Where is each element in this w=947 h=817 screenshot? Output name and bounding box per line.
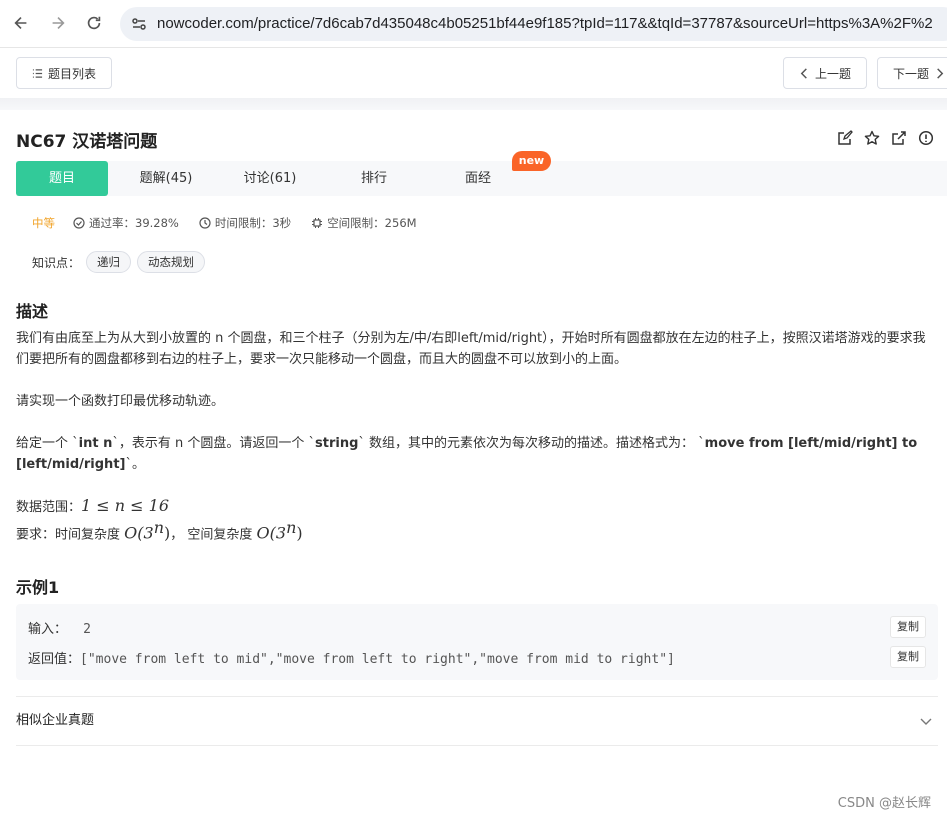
req-label: 要求：时间复杂度 [16, 527, 125, 543]
url-text[interactable]: nowcoder.com/practice/7d6cab7d435048c4b0… [157, 7, 933, 41]
time-exponent: n [153, 518, 164, 537]
space-close: ) [296, 523, 303, 543]
tag-recursion[interactable]: 递归 [86, 251, 132, 273]
tag-dynamic-programming[interactable]: 动态规划 [137, 251, 206, 273]
text-segment: 给定一个 ` [16, 436, 79, 451]
complexity-requirement: 要求：时间复杂度 O(3n)， 空间复杂度 O(3n) [16, 517, 931, 545]
share-icon[interactable] [891, 130, 908, 147]
next-problem-label: 下一题 [893, 66, 930, 81]
site-settings-icon[interactable] [130, 15, 148, 33]
input-label: 输入： [28, 622, 68, 637]
req-separator: ， 空间复杂度 [170, 527, 257, 543]
back-arrow-icon[interactable] [10, 12, 32, 34]
pass-rate: 通过率：39.28% [73, 215, 179, 231]
input-value: 2 [83, 622, 91, 637]
similar-label: 相似企业真题 [16, 713, 95, 728]
forward-arrow-icon[interactable] [47, 12, 69, 34]
prev-problem-button[interactable]: 上一题 [783, 57, 867, 89]
tab-ranking[interactable]: 排行 [328, 161, 420, 196]
range-expression: 1 ≤ n ≤ 16 [81, 496, 170, 515]
chevron-right-icon [937, 67, 944, 79]
example-heading: 示例1 [16, 578, 60, 597]
time-complexity: O(3 [124, 523, 154, 543]
output-label: 返回值： [28, 652, 81, 667]
copy-input-button[interactable]: 复制 [890, 616, 926, 638]
space-limit-text: 空间限制：256M [327, 216, 417, 230]
description-paragraph-1: 我们有由底至上为从大到小放置的 n 个圆盘，和三个柱子（分别为左/中/右即lef… [16, 331, 926, 367]
problem-list-button[interactable]: 题目列表 [16, 57, 112, 89]
address-bar[interactable]: nowcoder.com/practice/7d6cab7d435048c4b0… [120, 7, 947, 41]
next-problem-button[interactable]: 下一题 [877, 57, 947, 89]
chevron-left-icon [800, 67, 807, 79]
space-limit: 空间限制：256M [311, 215, 417, 231]
report-icon[interactable] [918, 130, 935, 147]
description-heading: 描述 [16, 302, 49, 321]
data-range: 数据范围：1 ≤ n ≤ 16 [16, 495, 931, 518]
edit-icon[interactable] [837, 130, 854, 147]
tab-discussion[interactable]: 讨论(61) [224, 161, 316, 196]
reload-icon[interactable] [83, 12, 105, 34]
knowledge-points: 知识点： 递归 动态规划 [32, 251, 206, 273]
space-complexity: O(3 [256, 523, 287, 543]
time-limit: 时间限制：3秒 [199, 215, 291, 231]
example-box: 输入： 2 复制 返回值：["move from left to mid","m… [16, 604, 938, 680]
problem-title: NC67 汉诺塔问题 [16, 132, 158, 152]
tab-problem[interactable]: 题目 [16, 161, 108, 196]
code-string: string [315, 436, 359, 451]
star-icon[interactable] [864, 130, 881, 147]
space-exponent: n [286, 518, 297, 537]
new-badge: new [512, 151, 551, 171]
problem-toolbar: 题目列表 上一题 下一题 [0, 48, 947, 98]
check-circle-icon [73, 217, 85, 229]
problem-list-label: 题目列表 [47, 66, 96, 81]
knowledge-label: 知识点： [32, 255, 81, 270]
similar-company-questions[interactable]: 相似企业真题 [16, 696, 938, 746]
tab-solutions[interactable]: 题解(45) [120, 161, 212, 196]
example-output: 返回值：["move from left to mid","move from … [28, 648, 675, 667]
tab-interview[interactable]: 面经 [432, 161, 524, 196]
watermark: CSDN @赵长辉 [837, 796, 931, 811]
title-actions [837, 130, 935, 147]
text-segment: ` 数组，其中的元素依次为每次移动的描述。描述格式为： ` [358, 436, 705, 451]
prev-problem-label: 上一题 [814, 66, 851, 81]
time-limit-text: 时间限制：3秒 [214, 216, 292, 230]
problem-meta: 中等 通过率：39.28% 时间限制：3秒 空间限制：256M [32, 215, 437, 231]
chip-icon [312, 218, 323, 228]
list-icon [32, 68, 43, 78]
chevron-down-icon[interactable] [920, 715, 932, 727]
text-segment: `，表示有 n 个圆盘。请返回一个 ` [112, 436, 315, 451]
text-segment: `。 [125, 457, 145, 472]
toolbar-divider [0, 98, 947, 110]
browser-bar: nowcoder.com/practice/7d6cab7d435048c4b0… [0, 0, 947, 48]
problem-tabs: 题目 题解(45) 讨论(61) 排行 面经 [16, 161, 947, 196]
range-label: 数据范围： [16, 500, 82, 515]
pass-rate-text: 通过率：39.28% [89, 216, 179, 230]
description-paragraph-2: 请实现一个函数打印最优移动轨迹。 [16, 394, 225, 409]
clock-icon [199, 217, 211, 229]
output-value: ["move from left to mid","move from left… [80, 652, 675, 667]
code-int-n: int n [78, 436, 113, 451]
example-input: 输入： 2 [28, 618, 91, 637]
difficulty-label: 中等 [32, 216, 55, 230]
copy-output-button[interactable]: 复制 [890, 646, 926, 668]
description-paragraph-3: 给定一个 `int n`，表示有 n 个圆盘。请返回一个 `string` 数组… [16, 433, 931, 475]
